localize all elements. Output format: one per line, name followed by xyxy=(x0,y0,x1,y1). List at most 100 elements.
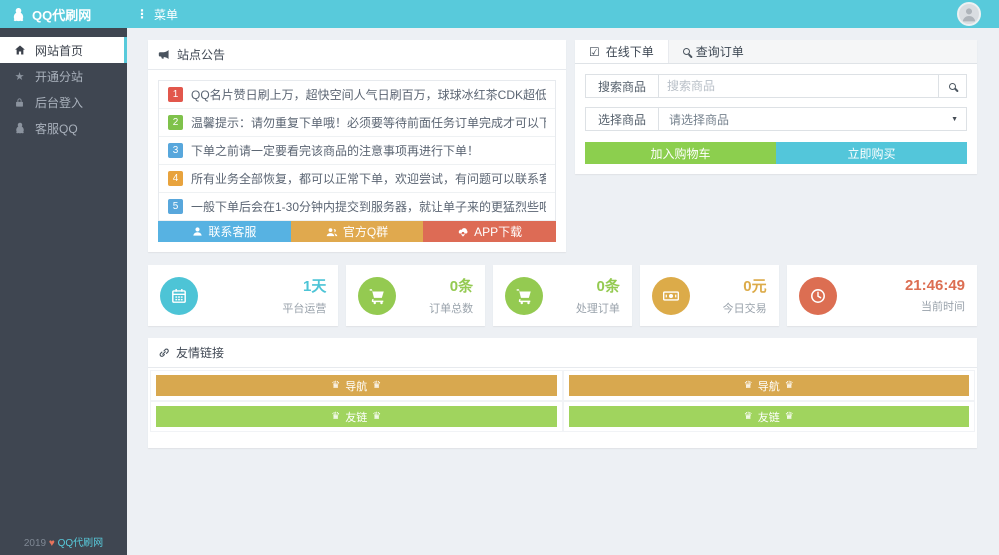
friend-link-button[interactable]: ♛ 友链 ♛ xyxy=(568,406,969,427)
users-icon xyxy=(326,227,338,236)
stat-card-current-time: 21:46:49 当前时间 xyxy=(786,265,977,326)
checkbox-icon: ☑ xyxy=(589,44,600,59)
stat-label: 平台运营 xyxy=(282,303,327,315)
announcements-header: 站点公告 xyxy=(148,40,566,70)
crown-icon: ♛ xyxy=(331,379,341,391)
announcement-list: 1 QQ名片赞日刷上万，超快空间人气日刷百万，球球冰红茶CDK超低价销售 2 温… xyxy=(158,80,556,221)
avatar[interactable] xyxy=(957,2,981,26)
link-icon xyxy=(159,348,169,357)
select-product-label: 选择商品 xyxy=(586,108,660,130)
sidebar-item-label: 开通分站 xyxy=(35,69,84,84)
announcement-item[interactable]: 5 一般下单后会在1-30分钟内提交到服务器，就让单子来的更猛烈些吧！ xyxy=(159,193,555,221)
qq-logo-icon xyxy=(11,7,26,22)
sidebar-item-service-qq[interactable]: 客服QQ xyxy=(0,115,127,141)
friend-link-button[interactable]: ♛ 友链 ♛ xyxy=(156,406,557,427)
menu-label: 菜单 xyxy=(154,7,179,22)
lock-icon xyxy=(13,97,26,108)
sidebar-item-label: 网站首页 xyxy=(35,43,84,58)
sidebar-item-home[interactable]: 网站首页 xyxy=(0,37,127,63)
footer-year: 2019 xyxy=(23,538,47,549)
calendar-icon xyxy=(160,276,198,315)
search-product-label: 搜索商品 xyxy=(586,75,660,97)
link-cell: ♛ 友链 ♛ xyxy=(562,401,975,432)
crown-icon: ♛ xyxy=(743,410,753,422)
qq-icon xyxy=(13,122,26,134)
link-cell: ♛ 友链 ♛ xyxy=(150,401,563,432)
stat-label: 订单总数 xyxy=(429,303,474,315)
footer-site-link[interactable]: QQ代刷网 xyxy=(58,538,104,549)
stat-value: 0条 xyxy=(449,278,474,295)
crown-icon: ♛ xyxy=(784,410,794,422)
brand[interactable]: QQ代刷网 xyxy=(0,5,127,24)
add-to-cart-button[interactable]: 加入购物车 xyxy=(585,142,776,164)
bullhorn-icon xyxy=(158,50,169,59)
topbar: QQ代刷网 ⋮ 菜单 xyxy=(0,0,999,28)
order-tabs: ☑ 在线下单 查询订单 xyxy=(575,40,977,64)
money-icon xyxy=(651,276,690,315)
brand-title: QQ代刷网 xyxy=(32,7,92,23)
announcement-item[interactable]: 2 温馨提示：请勿重复下单哦！必须要等待前面任务订单完成才可以下单！ xyxy=(159,109,555,137)
cloud-download-icon xyxy=(458,227,468,237)
search-icon xyxy=(682,48,690,55)
announcement-number-badge: 5 xyxy=(168,199,183,214)
user-silhouette-icon xyxy=(962,8,976,22)
stat-label: 今日交易 xyxy=(722,303,767,315)
announcement-item[interactable]: 1 QQ名片赞日刷上万，超快空间人气日刷百万，球球冰红茶CDK超低价销售 xyxy=(159,81,555,109)
stat-value: 0条 xyxy=(596,278,620,295)
link-cell: ♛ 导航 ♛ xyxy=(562,370,975,401)
sidebar-item-admin-login[interactable]: 后台登入 xyxy=(0,89,127,115)
stat-value: 0元 xyxy=(743,278,767,295)
stat-card-platform-days: 1天 平台运营 xyxy=(148,265,339,326)
announcement-item[interactable]: 3 下单之前请一定要看完该商品的注意事项再进行下单！ xyxy=(159,137,555,165)
chevron-down-icon[interactable]: ▼ xyxy=(951,116,958,123)
home-icon xyxy=(13,44,26,56)
stat-value: 1天 xyxy=(303,278,327,295)
announcements-panel: 站点公告 1 QQ名片赞日刷上万，超快空间人气日刷百万，球球冰红茶CDK超低价销… xyxy=(148,40,566,252)
announcement-number-badge: 4 xyxy=(168,171,183,186)
order-panel: ☑ 在线下单 查询订单 搜索商品 搜索商品 选择商品 请选择商品 ▼ 加入购物车… xyxy=(575,40,977,174)
sidebar-footer: 2019 ♥ QQ代刷网 xyxy=(0,534,127,549)
crown-icon: ♛ xyxy=(372,379,382,391)
sidebar-item-substation[interactable]: ★ 开通分站 xyxy=(0,63,127,89)
sidebar-item-label: 客服QQ xyxy=(35,121,78,136)
search-button[interactable] xyxy=(938,75,966,97)
clock-icon xyxy=(798,276,837,315)
cart-icon xyxy=(505,276,544,315)
select-product-group: 选择商品 请选择商品 ▼ xyxy=(585,107,967,131)
announcement-number-badge: 1 xyxy=(168,87,183,102)
heart-icon: ♥ xyxy=(48,538,55,549)
search-product-input[interactable] xyxy=(659,75,938,97)
link-cell: ♛ 导航 ♛ xyxy=(150,370,563,401)
announcement-number-badge: 3 xyxy=(168,143,183,158)
announcement-number-badge: 2 xyxy=(168,115,183,130)
crown-icon: ♛ xyxy=(743,379,753,391)
stat-card-processing-orders: 0条 处理订单 xyxy=(493,265,632,326)
tab-query-order[interactable]: 查询订单 xyxy=(669,40,758,63)
sidebar-nav: 网站首页 ★ 开通分站 后台登入 客服QQ xyxy=(0,28,127,141)
stat-value-clock: 21:46:49 xyxy=(904,277,965,294)
buy-now-button[interactable]: 立即购买 xyxy=(776,142,967,164)
stat-label: 处理订单 xyxy=(575,303,620,315)
search-product-group: 搜索商品 xyxy=(585,74,967,98)
nav-link-button[interactable]: ♛ 导航 ♛ xyxy=(156,375,557,396)
panel-title: 友情链接 xyxy=(176,346,225,360)
announcement-item[interactable]: 4 所有业务全部恢复，都可以正常下单，欢迎尝试，有问题可以联系客服 xyxy=(159,165,555,193)
stat-card-today-transactions: 0元 今日交易 xyxy=(639,265,779,326)
sidebar: 网站首页 ★ 开通分站 后台登入 客服QQ 2019 ♥ QQ代刷网 xyxy=(0,28,127,555)
contact-service-button[interactable]: 联系客服 xyxy=(158,221,291,242)
panel-title: 站点公告 xyxy=(177,48,226,62)
stat-card-total-orders: 0条 订单总数 xyxy=(346,265,486,326)
crown-icon: ♛ xyxy=(331,410,341,422)
menu-icon: ⋮ xyxy=(136,7,148,21)
menu-toggle[interactable]: ⋮ 菜单 xyxy=(136,6,178,23)
stats-row: 1天 平台运营 0条 订单总数 0条 处理订单 0元 今日交易 21:46:49… xyxy=(148,265,977,326)
crown-icon: ♛ xyxy=(784,379,794,391)
product-select[interactable]: 请选择商品 xyxy=(659,108,951,130)
app-download-button[interactable]: APP下载 xyxy=(423,221,557,242)
star-icon: ★ xyxy=(14,70,25,83)
cart-icon xyxy=(358,276,397,315)
official-qq-group-button[interactable]: 官方Q群 xyxy=(290,221,424,242)
crown-icon: ♛ xyxy=(372,410,382,422)
tab-online-order[interactable]: ☑ 在线下单 xyxy=(575,40,669,63)
nav-link-button[interactable]: ♛ 导航 ♛ xyxy=(568,375,969,396)
